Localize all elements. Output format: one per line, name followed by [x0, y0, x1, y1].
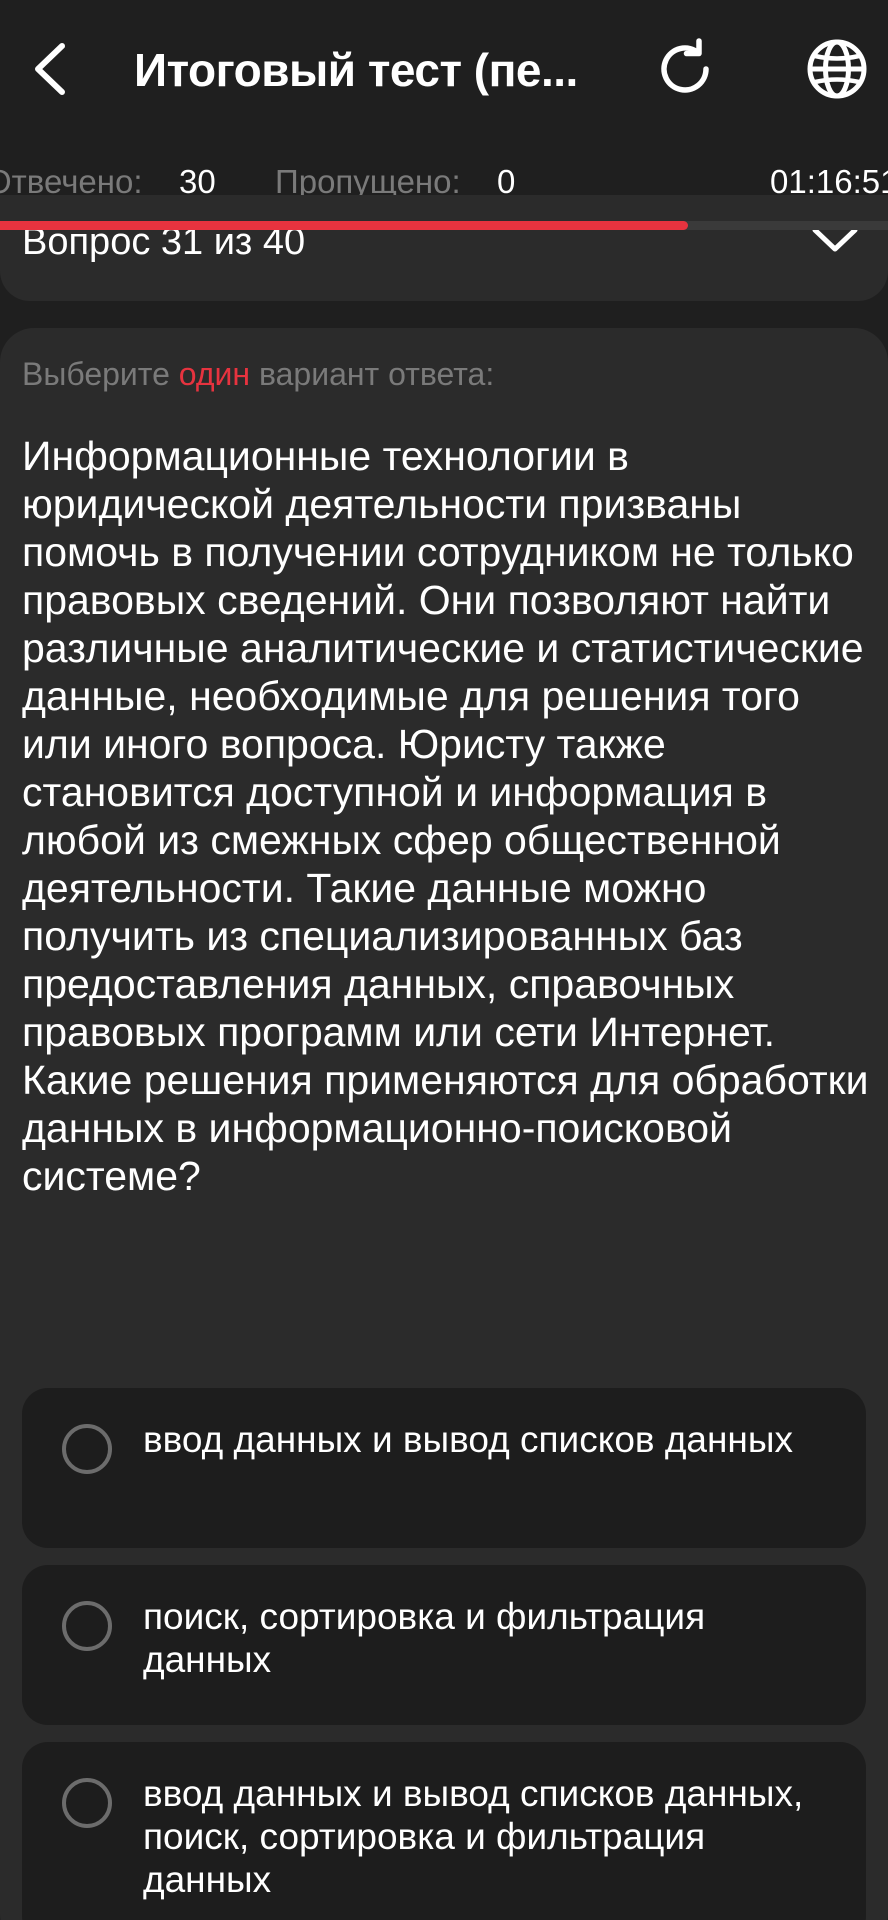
answer-option-text: поиск, сортировка и фильтрация данных: [143, 1596, 706, 1680]
radio-button[interactable]: [62, 1424, 112, 1474]
answer-option[interactable]: ввод данных и вывод списков данных: [22, 1388, 866, 1548]
answer-option[interactable]: поиск, сортировка и фильтрация данных: [22, 1565, 866, 1725]
app-screen: Итоговый тест (пе... Отвечено: 30 Пропущ…: [0, 0, 888, 1920]
chevron-left-icon: [35, 43, 65, 95]
answer-option-text: ввод данных и вывод списков данных, поис…: [143, 1773, 804, 1900]
top-bar: Итоговый тест (пе...: [0, 0, 888, 145]
progress-bar-fill: [0, 221, 689, 230]
instruction-accent: один: [178, 356, 251, 392]
answer-option-text: ввод данных и вывод списков данных: [143, 1419, 793, 1460]
page-title: Итоговый тест (пе...: [134, 44, 578, 96]
question-card: Выберите один вариант ответа: Информацио…: [0, 328, 888, 1920]
question-text: Информационные технологии в юридической …: [22, 433, 869, 1199]
instruction-prefix: Выберите: [22, 356, 170, 392]
question-selector[interactable]: Вопрос 31 из 40: [0, 195, 888, 301]
radio-button[interactable]: [62, 1778, 112, 1828]
back-button[interactable]: [26, 38, 76, 100]
progress-bar: [0, 221, 888, 230]
globe-icon: [807, 39, 867, 99]
instruction-suffix: вариант ответа:: [258, 356, 495, 392]
answer-instruction: Выберите один вариант ответа:: [22, 356, 494, 393]
language-button[interactable]: [804, 36, 870, 102]
refresh-icon: [661, 38, 709, 93]
answer-option[interactable]: ввод данных и вывод списков данных, поис…: [22, 1742, 866, 1920]
refresh-button[interactable]: [652, 36, 718, 102]
radio-button[interactable]: [62, 1601, 112, 1651]
